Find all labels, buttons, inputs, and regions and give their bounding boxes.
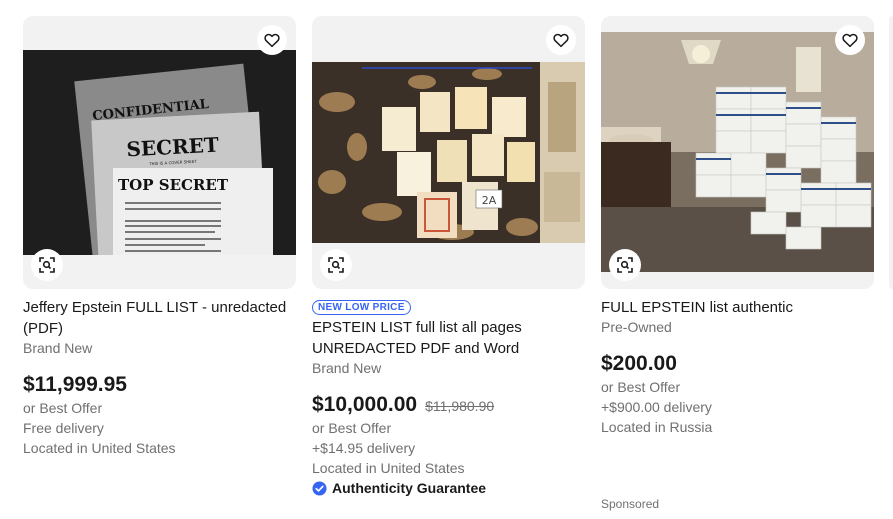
visual-search-icon (328, 257, 344, 273)
listing-condition: Brand New (23, 340, 93, 356)
visual-search-icon (39, 257, 55, 273)
delivery-text: +$14.95 delivery (312, 440, 416, 456)
secret-text: SECRET (126, 133, 220, 162)
listing-title[interactable]: Jeffery Epstein FULL LIST - unredacted (… (23, 297, 296, 339)
watch-button[interactable] (257, 25, 287, 55)
listing-condition: Pre-Owned (601, 319, 672, 335)
visual-search-button[interactable] (320, 249, 352, 281)
authenticity-guarantee-label: Authenticity Guarantee (332, 480, 487, 496)
authenticity-guarantee[interactable]: Authenticity Guarantee (312, 478, 585, 498)
best-offer-text: or Best Offer (601, 379, 681, 395)
listing-photo-secret-documents[interactable]: CONFIDENTIAL SECRET THIS IS A COVER SHEE… (23, 50, 296, 255)
visual-search-button[interactable] (609, 249, 641, 281)
delivery-text: +$900.00 delivery (601, 399, 712, 415)
evidence-tag-text: 2A (482, 194, 497, 207)
new-low-price-badge: NEW LOW PRICE (312, 300, 411, 315)
listing-price: $200.00 (601, 352, 677, 375)
visual-search-icon (617, 257, 633, 273)
listing-card-4-edge[interactable] (889, 16, 893, 289)
visual-search-button[interactable] (31, 249, 63, 281)
listing-price: $10,000.00 (312, 393, 418, 416)
heart-icon (842, 33, 858, 48)
listing-card-3[interactable]: FULL EPSTEIN list authentic Pre-Owned $2… (601, 16, 874, 437)
sponsored-label: Sponsored (601, 497, 660, 511)
top-secret-text: TOP SECRET (118, 176, 229, 194)
listing-title[interactable]: EPSTEIN LIST full list all pages UNREDAC… (312, 317, 585, 359)
listing-card-2[interactable]: 2A NEW LOW PRICE EPSTEIN LIST full list … (312, 16, 585, 498)
location-text: Located in United States (23, 440, 176, 456)
verified-check-icon (312, 480, 327, 496)
listing-image-container[interactable]: CONFIDENTIAL SECRET THIS IS A COVER SHEE… (23, 16, 296, 289)
delivery-text: Free delivery (23, 420, 104, 436)
listing-photo-boxes-in-bathroom[interactable] (601, 32, 874, 272)
listing-condition: Brand New (312, 360, 382, 376)
watch-button[interactable] (835, 25, 865, 55)
original-price: $11,980.90 (425, 398, 495, 414)
listing-photo-documents-on-rug[interactable]: 2A (312, 62, 585, 243)
watch-button[interactable] (546, 25, 576, 55)
best-offer-text: or Best Offer (23, 400, 103, 416)
location-text: Located in United States (312, 460, 465, 476)
listing-card-1[interactable]: CONFIDENTIAL SECRET THIS IS A COVER SHEE… (23, 16, 296, 458)
listing-price: $11,999.95 (23, 373, 127, 396)
heart-icon (553, 33, 569, 48)
best-offer-text: or Best Offer (312, 420, 392, 436)
location-text: Located in Russia (601, 419, 713, 435)
listing-image-container[interactable] (601, 16, 874, 289)
heart-icon (264, 33, 280, 48)
listing-image-container[interactable]: 2A (312, 16, 585, 289)
listing-title[interactable]: FULL EPSTEIN list authentic (601, 297, 874, 318)
